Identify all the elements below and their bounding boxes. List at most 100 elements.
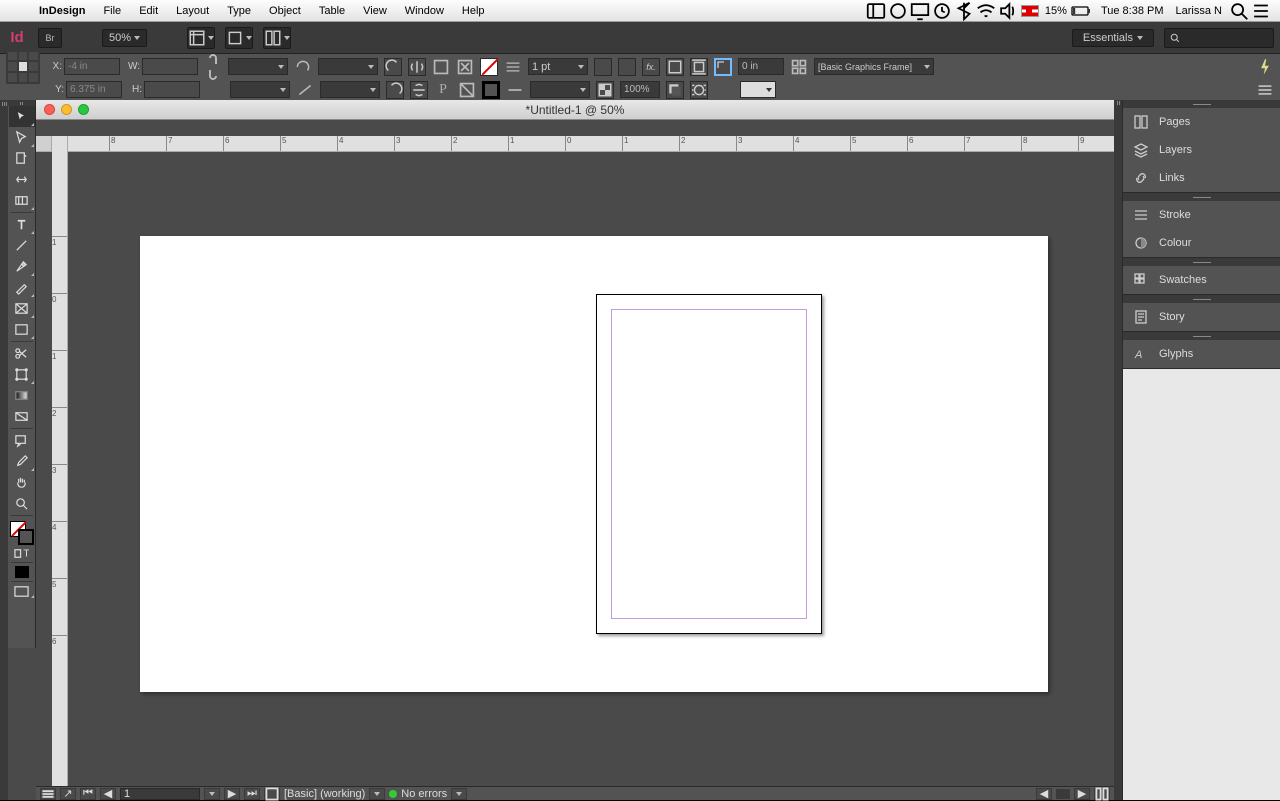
rotate-field[interactable]: [318, 58, 378, 75]
menu-file[interactable]: File: [94, 5, 130, 17]
formatting-container-toggle[interactable]: T: [9, 545, 35, 561]
panel-glyphs[interactable]: AGlyphs: [1123, 340, 1280, 368]
status-menu-button[interactable]: [40, 788, 56, 800]
notification-center-icon[interactable]: [1250, 0, 1272, 22]
stroke-style-icon[interactable]: [506, 81, 524, 99]
flag-icon[interactable]: [1019, 0, 1041, 22]
split-view-button[interactable]: [1094, 788, 1110, 800]
panel-stroke[interactable]: Stroke: [1123, 201, 1280, 229]
scroll-right-button[interactable]: ▶: [1074, 788, 1090, 800]
pencil-tool[interactable]: [9, 277, 35, 298]
flip-h-button[interactable]: [408, 58, 426, 76]
rotate-cw-button[interactable]: [386, 81, 404, 99]
x-field[interactable]: [64, 58, 120, 75]
shear-icon[interactable]: [296, 81, 314, 99]
drop-shadow-button[interactable]: [666, 81, 684, 99]
menu-object[interactable]: Object: [260, 5, 310, 17]
selection-tool[interactable]: [9, 106, 35, 127]
text-wrap-bound-icon[interactable]: [690, 58, 708, 76]
workspace-switcher[interactable]: Essentials: [1072, 29, 1154, 47]
panel-pages[interactable]: Pages: [1123, 108, 1280, 136]
volume-icon[interactable]: [997, 0, 1019, 22]
y-field[interactable]: [66, 81, 122, 98]
zoom-tool[interactable]: [9, 493, 35, 514]
eyedropper-tool[interactable]: [9, 451, 35, 472]
scale-x-dropdown[interactable]: [228, 58, 288, 75]
corner-options-button[interactable]: [714, 58, 732, 76]
prev-page-button[interactable]: ◀: [100, 788, 116, 800]
object-styles-icon[interactable]: [790, 58, 808, 76]
panel-grip[interactable]: [1123, 100, 1280, 108]
content-collector-tool[interactable]: [9, 190, 35, 211]
menu-help[interactable]: Help: [453, 5, 494, 17]
search-field[interactable]: [1164, 28, 1274, 48]
battery-status[interactable]: 15%: [1041, 5, 1095, 17]
spotlight-icon[interactable]: [1228, 0, 1250, 22]
panel-colour[interactable]: Colour: [1123, 229, 1280, 257]
page-number-field[interactable]: 1: [120, 788, 200, 800]
hand-tool[interactable]: [9, 472, 35, 493]
fitting-icon[interactable]: [458, 81, 476, 99]
rotate-icon[interactable]: [294, 58, 312, 76]
preflight-dropdown[interactable]: [451, 788, 467, 800]
panel-links[interactable]: Links: [1123, 164, 1280, 192]
canvas[interactable]: 9876543210123456789 10123456: [36, 136, 1114, 786]
corner-size-field[interactable]: [738, 58, 784, 75]
type-tool[interactable]: [9, 214, 35, 235]
wifi-icon[interactable]: [975, 0, 997, 22]
next-page-button[interactable]: ▶: [224, 788, 240, 800]
app-name[interactable]: InDesign: [30, 5, 94, 17]
shear-field[interactable]: [320, 81, 380, 98]
p-content-icon[interactable]: P: [434, 81, 452, 99]
pathfinder-subtract-icon[interactable]: [618, 58, 636, 76]
gradient-feather-tool[interactable]: [9, 406, 35, 427]
effects-button[interactable]: fx.: [642, 58, 660, 76]
panel-swatches[interactable]: Swatches: [1123, 266, 1280, 294]
h-field[interactable]: [144, 81, 200, 98]
document-titlebar[interactable]: *Untitled-1 @ 50%: [36, 100, 1114, 120]
fill-stroke-swatch[interactable]: [10, 521, 34, 545]
object-style-dropdown[interactable]: [Basic Graphics Frame]: [814, 58, 934, 75]
background-task-dropdown[interactable]: [740, 81, 776, 98]
rectangle-tool[interactable]: [9, 319, 35, 340]
ruler-origin[interactable]: [36, 136, 52, 152]
vertical-ruler[interactable]: 10123456: [52, 136, 68, 786]
open-bridge-button[interactable]: ↗: [60, 788, 76, 800]
scroll-left-button[interactable]: ◀: [1036, 788, 1052, 800]
select-content-icon[interactable]: [456, 58, 474, 76]
line-tool[interactable]: [9, 235, 35, 256]
right-gutter[interactable]: [1114, 100, 1122, 800]
menu-edit[interactable]: Edit: [130, 5, 167, 17]
zoom-level-dropdown[interactable]: 50%: [102, 29, 147, 47]
quick-apply-icon[interactable]: [1256, 58, 1274, 76]
panel-menu-icon[interactable]: [1256, 81, 1274, 99]
panel-grip[interactable]: [1123, 193, 1280, 201]
select-container-icon[interactable]: [432, 58, 450, 76]
stroke-style-dropdown[interactable]: [530, 81, 590, 98]
flip-v-button[interactable]: [410, 81, 428, 99]
direct-selection-tool[interactable]: [9, 127, 35, 148]
page-tool[interactable]: [9, 148, 35, 169]
text-wrap-shape-icon[interactable]: [690, 81, 708, 99]
arrange-documents-button[interactable]: [263, 27, 291, 49]
menu-layout[interactable]: Layout: [167, 5, 218, 17]
menu-window[interactable]: Window: [396, 5, 453, 17]
pen-tool[interactable]: [9, 256, 35, 277]
fill-swatch[interactable]: [480, 58, 498, 76]
screen-mode-button[interactable]: [225, 27, 253, 49]
clock[interactable]: Tue 8:38 PM: [1095, 5, 1170, 17]
bluetooth-icon[interactable]: [953, 0, 975, 22]
panel-grip[interactable]: [1123, 295, 1280, 303]
menu-view[interactable]: View: [354, 5, 396, 17]
note-tool[interactable]: [9, 430, 35, 451]
rotate-ccw-button[interactable]: [384, 58, 402, 76]
scale-y-dropdown[interactable]: [230, 81, 290, 98]
timemachine-icon[interactable]: [931, 0, 953, 22]
sync-icon[interactable]: [887, 0, 909, 22]
display-icon[interactable]: [909, 0, 931, 22]
menu-table[interactable]: Table: [310, 5, 354, 17]
panel-story[interactable]: Story: [1123, 303, 1280, 331]
screen-mode-toggle[interactable]: [9, 583, 35, 599]
preflight-menu[interactable]: [369, 788, 385, 800]
panel-layers[interactable]: Layers: [1123, 136, 1280, 164]
